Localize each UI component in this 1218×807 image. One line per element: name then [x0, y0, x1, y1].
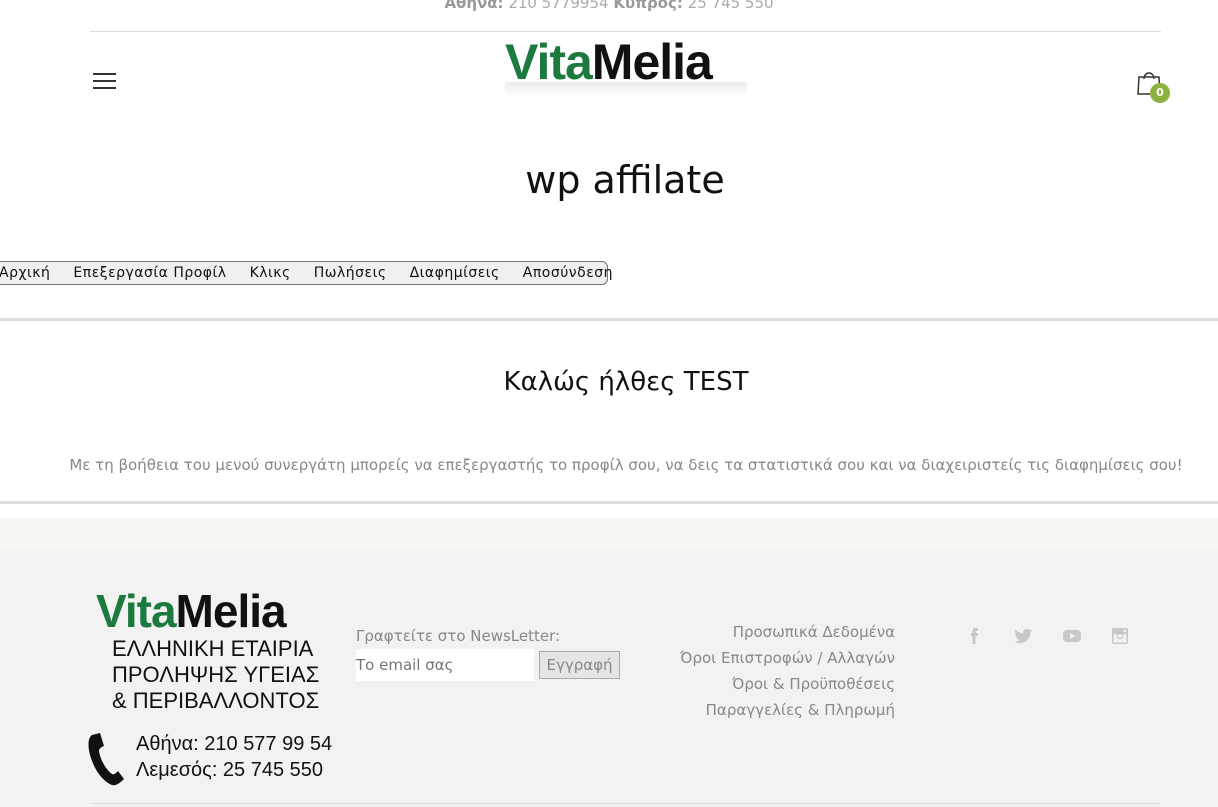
pre-footer-band	[0, 518, 1218, 551]
nav-item-logout[interactable]: Αποσύνδεση	[523, 265, 613, 281]
newsletter-label: Γραφτείτε στο NewsLetter:	[356, 627, 561, 645]
youtube-icon[interactable]	[1062, 626, 1082, 646]
logo-reflection	[505, 82, 747, 96]
athens-label: Αθηνα:	[444, 0, 504, 12]
header-divider	[90, 31, 1161, 32]
phone-icon	[88, 733, 124, 786]
newsletter-email-input[interactable]	[356, 649, 534, 681]
nav-item-clicks[interactable]: Κλικς	[250, 265, 291, 281]
nav-item-home[interactable]: Αρχική	[0, 265, 50, 281]
footer-divider	[90, 803, 1161, 804]
nav-item-ads[interactable]: Διαφημίσεις	[410, 265, 500, 281]
cart-count-badge: 0	[1150, 83, 1170, 103]
athens-phone: 210 5779954	[508, 0, 609, 12]
page-title: wp affilate	[525, 158, 725, 202]
content-divider-top	[0, 318, 1218, 321]
footer-phone-athens: Αθήνα: 210 577 99 54	[136, 733, 333, 755]
footer-link-privacy[interactable]: Προσωπικά Δεδομένα	[680, 619, 895, 645]
cyprus-phone: 25 745 550	[687, 0, 774, 12]
cyprus-label: Κυπρος:	[613, 0, 683, 12]
footer-tagline-1: ΕΛΛΗΝΙΚΗ ΕΤΑΙΡΙΑ	[112, 636, 314, 661]
welcome-heading: Καλώς ήλθες TEST	[503, 367, 749, 397]
welcome-description: Με τη βοήθεια του μενού συνεργάτη μπορεί…	[69, 456, 1183, 474]
top-contact-bar: Αθηνα: 210 5779954 Κυπρος: 25 745 550	[0, 0, 1218, 12]
affiliate-nav: Αρχική Επεξεργασία Προφίλ Κλικς Πωλήσεις…	[0, 261, 613, 285]
facebook-icon[interactable]	[965, 626, 985, 646]
newsletter-subscribe-button[interactable]: Εγγραφή	[539, 651, 620, 679]
twitter-icon[interactable]	[1013, 626, 1033, 646]
footer-link-orders-payment[interactable]: Παραγγελίες & Πληρωμή	[680, 697, 895, 723]
nav-item-sales[interactable]: Πωλήσεις	[314, 265, 387, 281]
footer-links: Προσωπικά Δεδομένα Όροι Επιστροφών / Αλλ…	[680, 619, 895, 723]
footer-logo-melia: Melia	[175, 585, 287, 637]
footer-tagline-2: ΠΡΟΛΗΨΗΣ ΥΓΕΙΑΣ	[112, 662, 320, 687]
footer-logo-vita: Vita	[96, 585, 177, 637]
footer-link-terms[interactable]: Όροι & Προϋποθέσεις	[680, 671, 895, 697]
footer-logo: VitaMelia	[96, 585, 287, 637]
nav-item-edit-profile[interactable]: Επεξεργασία Προφίλ	[73, 265, 226, 281]
hamburger-menu-icon[interactable]	[93, 73, 116, 90]
footer-tagline-3: & ΠΕΡΙΒΑΛΛΟΝΤΟΣ	[112, 688, 320, 713]
footer-link-returns[interactable]: Όροι Επιστροφών / Αλλαγών	[680, 645, 895, 671]
footer-phone-limassol: Λεμεσός: 25 745 550	[136, 759, 324, 781]
instagram-icon[interactable]	[1110, 626, 1130, 646]
content-divider-bottom	[0, 501, 1218, 504]
